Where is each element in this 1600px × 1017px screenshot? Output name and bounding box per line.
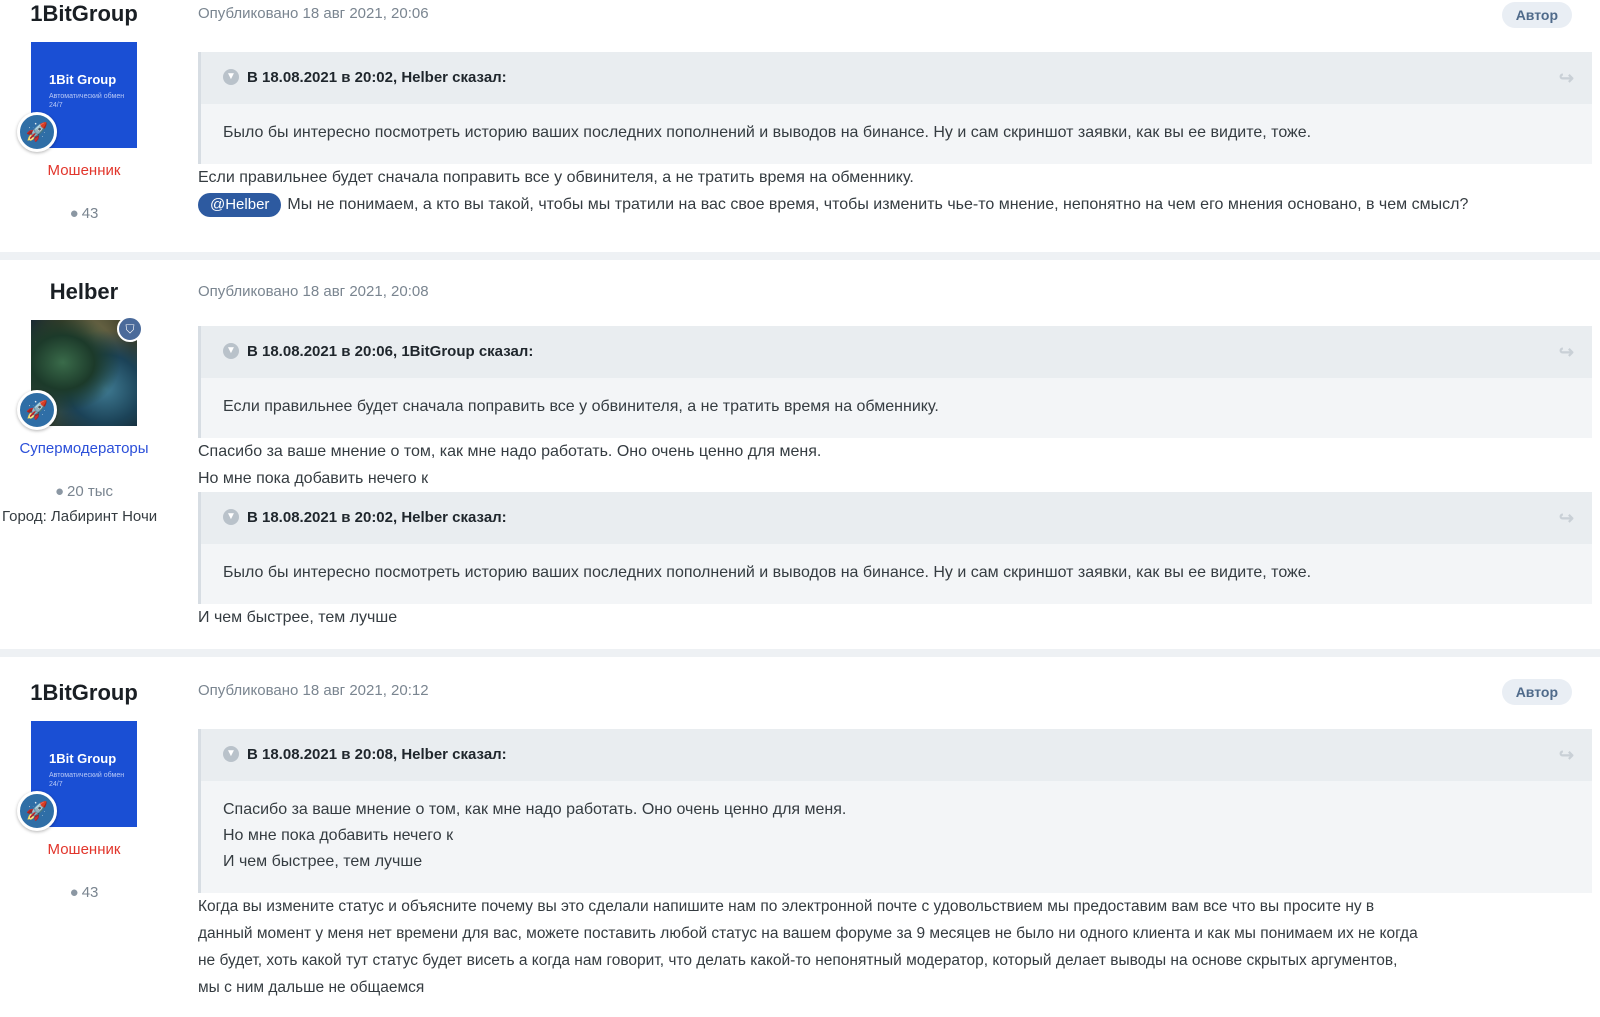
chevron-down-icon[interactable]: ▼ — [223, 68, 239, 85]
quote-line: Спасибо за ваше мнение о том, как мне на… — [223, 801, 847, 818]
post-author-panel: 1BitGroup 1Bit Group Автоматический обме… — [0, 679, 168, 901]
quote-header[interactable]: ▼ В 18.08.2021 в 20:02, Helber сказал: ↪ — [201, 52, 1592, 104]
post-text: Но мне пока добавить нечего к — [198, 470, 429, 487]
quote-line: И чем быстрее, тем лучше — [223, 853, 423, 870]
post-author-panel: 1BitGroup 1Bit Group Автоматический обме… — [0, 0, 168, 222]
share-icon[interactable]: ↪ — [1559, 492, 1574, 544]
avatar-tagline: Автоматический обмен 24/7 — [49, 772, 125, 788]
quote-header-text: В 18.08.2021 в 20:06, 1BitGroup сказал: — [247, 343, 534, 360]
chevron-down-icon[interactable]: ▼ — [223, 745, 239, 762]
post-text-line: Когда вы измените статус и объясните поч… — [198, 898, 1375, 915]
avatar[interactable]: ⛉ 🚀 — [17, 316, 143, 430]
comment-icon: ● — [69, 884, 79, 901]
post-content: Опубликовано 18 авг 2021, 20:06 Автор ▼ В… — [198, 0, 1592, 218]
author-badge: Автор — [1501, 2, 1572, 28]
mention-link[interactable]: @Helber — [198, 193, 282, 217]
share-icon[interactable]: ↪ — [1559, 52, 1574, 104]
chevron-down-icon[interactable]: ▼ — [223, 508, 239, 525]
rocket-icon: 🚀 — [17, 390, 57, 430]
quote-body: Если правильнее будет сначала поправить … — [223, 398, 939, 415]
post: Helber ⛉ 🚀 Супермодераторы ● 20 тыс Город… — [0, 260, 1600, 649]
post-date[interactable]: Опубликовано 18 авг 2021, 20:06 — [198, 0, 1592, 28]
post-count-value: 43 — [81, 884, 99, 901]
comment-icon: ● — [54, 483, 65, 500]
user-city: Город: Лабиринт Ночи — [2, 508, 158, 525]
post-text: Мы не понимаем, а кто вы такой, чтобы мы… — [287, 196, 1469, 213]
user-group: Мошенник — [47, 162, 121, 179]
post-author-panel: Helber ⛉ 🚀 Супермодераторы ● 20 тыс Город… — [0, 278, 168, 525]
avatar-brand-text: 1Bit Group — [49, 72, 117, 87]
comment-icon: ● — [69, 205, 79, 222]
quote-header[interactable]: ▼ В 18.08.2021 в 20:02, Helber сказал: ↪ — [201, 492, 1592, 544]
post-date[interactable]: Опубликовано 18 авг 2021, 20:12 — [198, 677, 1592, 705]
post-text-line: мы с ним дальше не общаемся — [198, 979, 425, 996]
post-count-value: 20 тыс — [67, 483, 114, 500]
quote-body: Было бы интересно посмотреть историю ваш… — [223, 564, 1312, 581]
post-separator — [0, 649, 1600, 657]
quote-block: ▼ В 18.08.2021 в 20:06, 1BitGroup сказал:… — [198, 326, 1592, 438]
quote-line: Но мне пока добавить нечего к — [223, 827, 454, 844]
avatar-brand-text: 1Bit Group — [49, 751, 117, 766]
quote-header-text: В 18.08.2021 в 20:02, Helber сказал: — [247, 69, 507, 86]
avatar-tagline: Автоматический обмен 24/7 — [49, 93, 125, 109]
author-name[interactable]: Helber — [0, 278, 168, 306]
quote-header[interactable]: ▼ В 18.08.2021 в 20:08, Helber сказал: ↪ — [201, 729, 1592, 781]
post-text-line: @Helber Мы не понимаем, а кто вы такой, ч… — [198, 191, 1592, 218]
post-count: ● 43 — [0, 205, 168, 222]
share-icon[interactable]: ↪ — [1559, 326, 1574, 378]
post-content: Опубликовано 18 авг 2021, 20:12 Автор ▼ В… — [198, 677, 1592, 1001]
quote-body: Было бы интересно посмотреть историю ваш… — [223, 124, 1312, 141]
quote-block: ▼ В 18.08.2021 в 20:02, Helber сказал: ↪ … — [198, 52, 1592, 164]
author-name[interactable]: 1BitGroup — [0, 679, 168, 707]
author-badge: Автор — [1501, 679, 1572, 705]
post-count: ● 20 тыс — [0, 483, 168, 500]
avatar[interactable]: 1Bit Group Автоматический обмен 24/7 🚀 — [17, 721, 137, 831]
avatar[interactable]: 1Bit Group Автоматический обмен 24/7 🚀 — [17, 42, 137, 152]
post-text-line: не будет, хоть какой тут статус будет ви… — [198, 952, 1398, 969]
post-text: И чем быстрее, тем лучше — [198, 609, 398, 626]
post-text-line: данный момент у меня нет времени для вас… — [198, 925, 1418, 942]
quote-header-text: В 18.08.2021 в 20:08, Helber сказал: — [247, 746, 507, 763]
share-icon[interactable]: ↪ — [1559, 729, 1574, 781]
post: 1BitGroup 1Bit Group Автоматический обме… — [0, 0, 1600, 252]
quote-block: ▼ В 18.08.2021 в 20:02, Helber сказал: ↪ … — [198, 492, 1592, 604]
quote-body: Спасибо за ваше мнение о том, как мне на… — [201, 781, 1592, 893]
shield-icon: ⛉ — [117, 316, 143, 342]
post-text: Когда вы измените статус и объясните поч… — [198, 893, 1592, 1001]
post: 1BitGroup 1Bit Group Автоматический обме… — [0, 657, 1600, 1017]
rocket-icon: 🚀 — [17, 791, 57, 831]
quote-header-text: В 18.08.2021 в 20:02, Helber сказал: — [247, 509, 507, 526]
post-text: Спасибо за ваше мнение о том, как мне на… — [198, 443, 822, 460]
quote-header[interactable]: ▼ В 18.08.2021 в 20:06, 1BitGroup сказал:… — [201, 326, 1592, 378]
post-content: Опубликовано 18 авг 2021, 20:08 ▼ В 18.08… — [198, 278, 1592, 631]
post-count: ● 43 — [0, 884, 168, 901]
user-group: Мошенник — [47, 841, 121, 858]
post-separator — [0, 252, 1600, 260]
chevron-down-icon[interactable]: ▼ — [223, 342, 239, 359]
post-date[interactable]: Опубликовано 18 авг 2021, 20:08 — [198, 278, 1592, 306]
post-text: Если правильнее будет сначала поправить … — [198, 169, 914, 186]
user-group[interactable]: Супермодераторы — [0, 440, 168, 457]
author-name[interactable]: 1BitGroup — [0, 0, 168, 28]
rocket-icon: 🚀 — [17, 112, 57, 152]
quote-block: ▼ В 18.08.2021 в 20:08, Helber сказал: ↪ … — [198, 729, 1592, 893]
post-count-value: 43 — [81, 205, 99, 222]
